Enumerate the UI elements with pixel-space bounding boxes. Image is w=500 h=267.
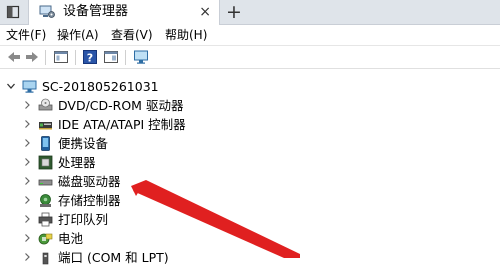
battery-icon — [38, 233, 53, 245]
menu-view[interactable]: 查看(V) — [111, 27, 153, 43]
tree-root-label: SC-201805261031 — [42, 79, 159, 94]
disk-drive-icon — [38, 179, 53, 186]
tree-item-label: IDE ATA/ATAPI 控制器 — [58, 117, 186, 132]
tree-item-print-queues[interactable]: 打印队列 — [0, 210, 500, 229]
tree-item-label: 磁盘驱动器 — [58, 174, 121, 189]
toolbar-separator — [45, 50, 46, 65]
tree-item-label: 处理器 — [58, 155, 96, 170]
chevron-down-icon[interactable] — [6, 80, 16, 92]
menu-bar: 文件(F) 操作(A) 查看(V) 帮助(H) — [0, 25, 500, 45]
computer-icon — [22, 80, 37, 93]
chevron-right-icon[interactable] — [22, 251, 32, 263]
forward-icon[interactable] — [24, 49, 40, 65]
tree-item-ide-controller[interactable]: IDE ATA/ATAPI 控制器 — [0, 115, 500, 134]
toolbar: ? — [0, 45, 500, 69]
printer-icon — [38, 212, 53, 227]
storage-controller-icon — [40, 194, 51, 207]
chevron-right-icon[interactable] — [22, 232, 32, 244]
toolbar-separator — [125, 50, 126, 65]
console-view-icon[interactable] — [103, 49, 119, 65]
title-bar: 设备管理器 × + — [0, 0, 500, 25]
tab-title: 设备管理器 — [63, 4, 129, 19]
tree-item-label: 打印队列 — [58, 212, 109, 227]
tree-item-storage-controllers[interactable]: 存储控制器 — [0, 191, 500, 210]
tree-item-dvd-cdrom[interactable]: DVD/CD-ROM 驱动器 — [0, 96, 500, 115]
tab-device-manager[interactable]: 设备管理器 × — [28, 0, 220, 25]
monitor-icon[interactable] — [133, 49, 149, 65]
menu-help[interactable]: 帮助(H) — [165, 27, 207, 43]
menu-action[interactable]: 操作(A) — [57, 27, 99, 43]
tree-item-label: 便携设备 — [58, 136, 109, 151]
properties-panel-icon[interactable] — [53, 49, 69, 65]
tree-item-disk-drives[interactable]: 磁盘驱动器 — [0, 172, 500, 191]
processor-icon — [38, 155, 53, 170]
tree-item-label: 存储控制器 — [58, 193, 121, 208]
back-icon[interactable] — [6, 49, 22, 65]
menu-file[interactable]: 文件(F) — [6, 27, 46, 43]
svg-text:?: ? — [87, 52, 93, 65]
device-tree: SC-201805261031 DVD/CD-ROM 驱动器 IDE ATA/A… — [0, 72, 500, 265]
chevron-right-icon[interactable] — [22, 213, 32, 225]
tree-root-computer[interactable]: SC-201805261031 — [0, 77, 500, 96]
tree-item-ports[interactable]: 端口 (COM 和 LPT) — [0, 248, 500, 267]
chevron-right-icon[interactable] — [22, 156, 32, 168]
new-tab-button[interactable]: + — [226, 1, 242, 23]
toolbar-separator — [75, 50, 76, 65]
close-tab-icon[interactable]: × — [199, 3, 211, 21]
tree-item-portable-devices[interactable]: 便携设备 — [0, 134, 500, 153]
chevron-right-icon[interactable] — [22, 137, 32, 149]
window-restore-icon[interactable] — [6, 5, 20, 19]
port-icon — [42, 252, 49, 265]
help-icon[interactable]: ? — [82, 49, 98, 65]
chevron-right-icon[interactable] — [22, 118, 32, 130]
tree-item-label: 电池 — [58, 231, 84, 246]
chevron-right-icon[interactable] — [22, 175, 32, 187]
device-manager-icon — [39, 5, 55, 18]
chevron-right-icon[interactable] — [22, 194, 32, 206]
tree-item-batteries[interactable]: 电池 — [0, 229, 500, 248]
ide-controller-icon — [39, 122, 52, 130]
dvd-drive-icon — [38, 98, 53, 111]
chevron-right-icon[interactable] — [22, 99, 32, 111]
portable-device-icon — [41, 136, 50, 151]
tree-item-label: DVD/CD-ROM 驱动器 — [58, 98, 184, 113]
tree-item-processors[interactable]: 处理器 — [0, 153, 500, 172]
tree-item-label: 端口 (COM 和 LPT) — [58, 250, 169, 265]
